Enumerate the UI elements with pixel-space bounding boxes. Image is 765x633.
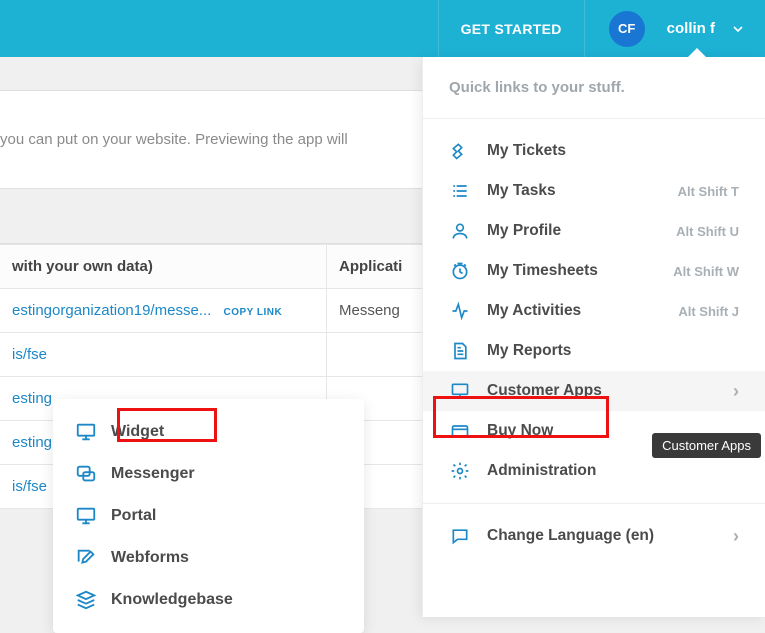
menu-item-label: Customer Apps [487,382,602,400]
popover-item-widget[interactable]: Widget [53,411,364,453]
menu-item-my-timesheets[interactable]: My Timesheets Alt Shift W [423,251,765,291]
popover-item-label: Portal [111,507,156,525]
keyboard-shortcut: Alt Shift J [678,304,739,319]
separator [423,503,765,504]
get-started-button[interactable]: GET STARTED [438,0,585,57]
popover-item-knowledgebase[interactable]: Knowledgebase [53,579,364,621]
table-cell-url: estingorganization19/messe... COPY LINK [0,289,327,332]
quick-links-panel: Quick links to your stuff. My Tickets My… [422,57,765,617]
popover-item-label: Webforms [111,549,189,567]
activity-icon [449,300,471,322]
popover-item-webforms[interactable]: Webforms [53,537,364,579]
menu-item-customer-apps[interactable]: Customer Apps › [423,371,765,411]
clock-icon [449,260,471,282]
menu-item-label: My Activities [487,302,581,320]
pencil-square-icon [75,547,97,569]
tooltip: Customer Apps [652,433,761,458]
chevron-down-icon [733,26,743,32]
app-url-link[interactable]: is/fse [12,346,47,363]
card-icon [449,420,471,442]
app-url-link[interactable]: esting [12,434,52,451]
menu-item-label: My Timesheets [487,262,598,280]
popover-item-label: Knowledgebase [111,591,233,609]
col-header-url: with your own data) [0,244,327,288]
app-url-link[interactable]: esting [12,390,52,407]
top-bar: GET STARTED CF collin f [0,0,765,57]
menu-item-label: Buy Now [487,422,553,440]
avatar: CF [609,11,645,47]
chevron-right-icon: › [733,526,739,547]
app-url-link[interactable]: is/fse [12,478,47,495]
monitor-icon [449,380,471,402]
popover-item-label: Widget [111,423,164,441]
popover-item-messenger[interactable]: Messenger [53,453,364,495]
copy-link-button[interactable]: COPY LINK [223,307,282,318]
keyboard-shortcut: Alt Shift U [676,224,739,239]
popover-item-portal[interactable]: Portal [53,495,364,537]
monitor-icon [75,421,97,443]
layers-icon [75,589,97,611]
keyboard-shortcut: Alt Shift W [673,264,739,279]
panel-list: My Tickets My Tasks Alt Shift T My Profi… [423,119,765,568]
document-icon [449,340,471,362]
app-type-popover: Widget Messenger Portal Webforms Knowled… [53,399,364,633]
ticket-icon [449,140,471,162]
menu-item-my-profile[interactable]: My Profile Alt Shift U [423,211,765,251]
gear-icon [449,460,471,482]
menu-item-label: My Reports [487,342,571,360]
list-icon [449,180,471,202]
menu-item-my-reports[interactable]: My Reports [423,331,765,371]
panel-header: Quick links to your stuff. [423,57,765,119]
table-cell-url: is/fse [0,333,327,376]
menu-item-label: Administration [487,462,596,480]
user-icon [449,220,471,242]
monitor-icon [75,505,97,527]
user-name: collin f [667,20,715,37]
user-menu-toggle[interactable]: CF collin f [585,0,765,57]
menu-item-label: Change Language (en) [487,527,654,545]
menu-item-change-language[interactable]: Change Language (en) › [423,516,765,556]
messages-icon [75,463,97,485]
chevron-right-icon: › [733,381,739,402]
menu-item-label: My Profile [487,222,561,240]
menu-item-label: My Tasks [487,182,556,200]
menu-item-my-activities[interactable]: My Activities Alt Shift J [423,291,765,331]
app-url-link[interactable]: estingorganization19/messe... [12,302,211,319]
menu-item-my-tasks[interactable]: My Tasks Alt Shift T [423,171,765,211]
menu-item-label: My Tickets [487,142,566,160]
chat-icon [449,525,471,547]
keyboard-shortcut: Alt Shift T [678,184,739,199]
popover-item-label: Messenger [111,465,195,483]
menu-item-my-tickets[interactable]: My Tickets [423,131,765,171]
